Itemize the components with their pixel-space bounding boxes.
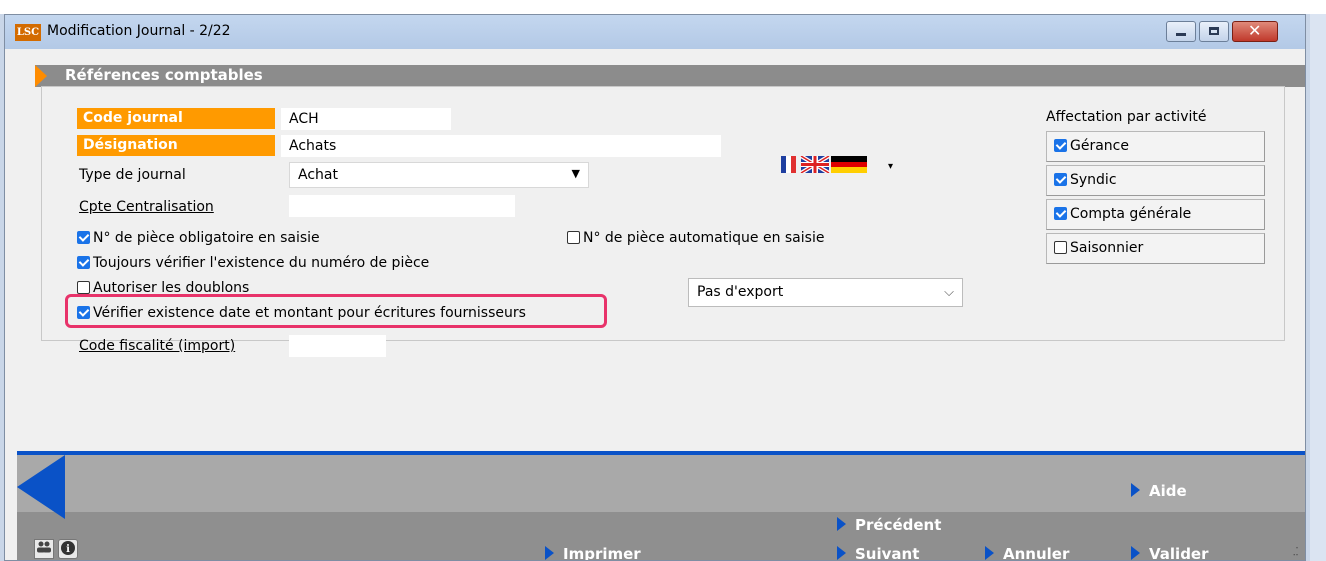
annuler-button[interactable]: Annuler bbox=[985, 545, 1070, 561]
suivant-button[interactable]: Suivant bbox=[837, 545, 920, 561]
checkbox-unchecked-icon[interactable] bbox=[77, 281, 90, 294]
info-icon[interactable]: i bbox=[58, 539, 78, 559]
activites-title: Affectation par activité bbox=[1046, 109, 1207, 125]
checkbox-unchecked-icon[interactable] bbox=[567, 231, 580, 244]
cpte-centralisation-link[interactable]: Cpte Centralisation bbox=[79, 197, 214, 217]
valider-button[interactable]: Valider bbox=[1131, 545, 1209, 561]
svg-text:i: i bbox=[66, 544, 70, 555]
precedent-label: Précédent bbox=[855, 516, 942, 534]
imprimer-label: Imprimer bbox=[563, 545, 641, 561]
section-title: Références comptables bbox=[65, 66, 263, 84]
code-journal-label: Code journal bbox=[77, 108, 275, 129]
verifier-numero-checkbox[interactable]: Toujours vérifier l'existence du numéro … bbox=[77, 253, 429, 273]
activite-saisonnier-checkbox[interactable]: Saisonnier bbox=[1046, 233, 1265, 264]
title-bar[interactable]: LSC Modification Journal - 2/22 ✕ bbox=[5, 15, 1305, 49]
type-journal-select[interactable]: Achat ▼ bbox=[289, 162, 589, 188]
language-dropdown-arrow-icon[interactable]: ▾ bbox=[888, 161, 893, 172]
arrow-right-icon bbox=[985, 546, 994, 560]
piece-obligatoire-checkbox[interactable]: N° de pièce obligatoire en saisie bbox=[77, 228, 320, 248]
valider-label: Valider bbox=[1149, 545, 1209, 561]
checkbox-checked-icon[interactable] bbox=[1054, 173, 1067, 186]
uk-flag-icon[interactable] bbox=[799, 156, 831, 173]
footer-band-top bbox=[17, 455, 1305, 512]
designation-label: Désignation bbox=[77, 135, 275, 156]
aide-button[interactable]: Aide bbox=[1131, 482, 1187, 500]
activite-syndic-label: Syndic bbox=[1070, 172, 1117, 188]
footer-band-bottom bbox=[17, 512, 1305, 560]
close-icon: ✕ bbox=[1248, 21, 1262, 40]
users-icon[interactable] bbox=[34, 539, 54, 559]
checkbox-checked-icon[interactable] bbox=[77, 256, 90, 269]
section-arrow-icon bbox=[35, 65, 47, 87]
type-journal-value: Achat bbox=[298, 167, 338, 183]
checkbox-checked-icon[interactable] bbox=[1054, 207, 1067, 220]
chevron-down-icon[interactable]: ▼ bbox=[572, 162, 580, 186]
close-button[interactable]: ✕ bbox=[1232, 21, 1278, 42]
imprimer-button[interactable]: Imprimer bbox=[545, 545, 641, 561]
checkbox-checked-icon[interactable] bbox=[1054, 139, 1067, 152]
export-select[interactable]: Pas d'export ⌵ bbox=[688, 278, 963, 307]
window-title: Modification Journal - 2/22 bbox=[47, 23, 231, 39]
highlight-box bbox=[65, 294, 607, 328]
section-header: Références comptables bbox=[35, 65, 1305, 87]
resize-grip-icon[interactable]: ⠠ ⠤ bbox=[1285, 543, 1299, 559]
activite-syndic-checkbox[interactable]: Syndic bbox=[1046, 165, 1265, 196]
dialog-window: LSC Modification Journal - 2/22 ✕ Référe… bbox=[4, 14, 1306, 561]
activite-gerance-label: Gérance bbox=[1070, 138, 1129, 154]
designation-field[interactable]: Achats bbox=[281, 135, 721, 157]
piece-obligatoire-label: N° de pièce obligatoire en saisie bbox=[93, 230, 320, 246]
minimize-button[interactable] bbox=[1166, 21, 1196, 42]
maximize-button[interactable] bbox=[1199, 21, 1229, 42]
checkbox-unchecked-icon[interactable] bbox=[1054, 241, 1067, 254]
minimize-icon bbox=[1176, 33, 1186, 36]
type-journal-label: Type de journal bbox=[79, 167, 186, 183]
precedent-button[interactable]: Précédent bbox=[837, 516, 941, 534]
footer-triangle-decoration bbox=[17, 455, 65, 519]
arrow-right-icon bbox=[545, 546, 554, 560]
checkbox-checked-icon[interactable] bbox=[77, 231, 90, 244]
aide-label: Aide bbox=[1149, 482, 1187, 500]
language-flags[interactable] bbox=[781, 156, 867, 173]
desktop-background-strip bbox=[1310, 14, 1326, 561]
activite-compta-generale-checkbox[interactable]: Compta générale bbox=[1046, 199, 1265, 230]
code-fiscalite-field[interactable] bbox=[289, 335, 386, 357]
suivant-label: Suivant bbox=[855, 545, 920, 561]
verifier-numero-label: Toujours vérifier l'existence du numéro … bbox=[93, 255, 430, 271]
code-fiscalite-link[interactable]: Code fiscalité (import) bbox=[79, 336, 235, 356]
german-flag-icon[interactable] bbox=[831, 156, 867, 173]
arrow-right-icon bbox=[1131, 483, 1140, 497]
code-journal-field[interactable]: ACH bbox=[281, 108, 451, 130]
arrow-right-icon bbox=[837, 517, 846, 531]
french-flag-icon[interactable] bbox=[781, 156, 796, 173]
arrow-right-icon bbox=[1131, 546, 1140, 560]
desktop-background bbox=[0, 0, 1326, 14]
chevron-down-icon[interactable]: ⌵ bbox=[944, 279, 954, 306]
export-select-value: Pas d'export bbox=[697, 284, 784, 300]
maximize-icon bbox=[1209, 27, 1219, 35]
piece-automatique-checkbox[interactable]: N° de pièce automatique en saisie bbox=[567, 228, 824, 248]
dialog-content: Références comptables Code journal ACH D… bbox=[17, 49, 1305, 561]
app-logo: LSC bbox=[15, 24, 41, 41]
activite-compta-generale-label: Compta générale bbox=[1070, 206, 1192, 222]
piece-automatique-label: N° de pièce automatique en saisie bbox=[583, 230, 825, 246]
cpte-centralisation-field[interactable] bbox=[289, 195, 515, 217]
activite-gerance-checkbox[interactable]: Gérance bbox=[1046, 131, 1265, 162]
annuler-label: Annuler bbox=[1003, 545, 1070, 561]
arrow-right-icon bbox=[837, 546, 846, 560]
activite-saisonnier-label: Saisonnier bbox=[1070, 240, 1144, 256]
